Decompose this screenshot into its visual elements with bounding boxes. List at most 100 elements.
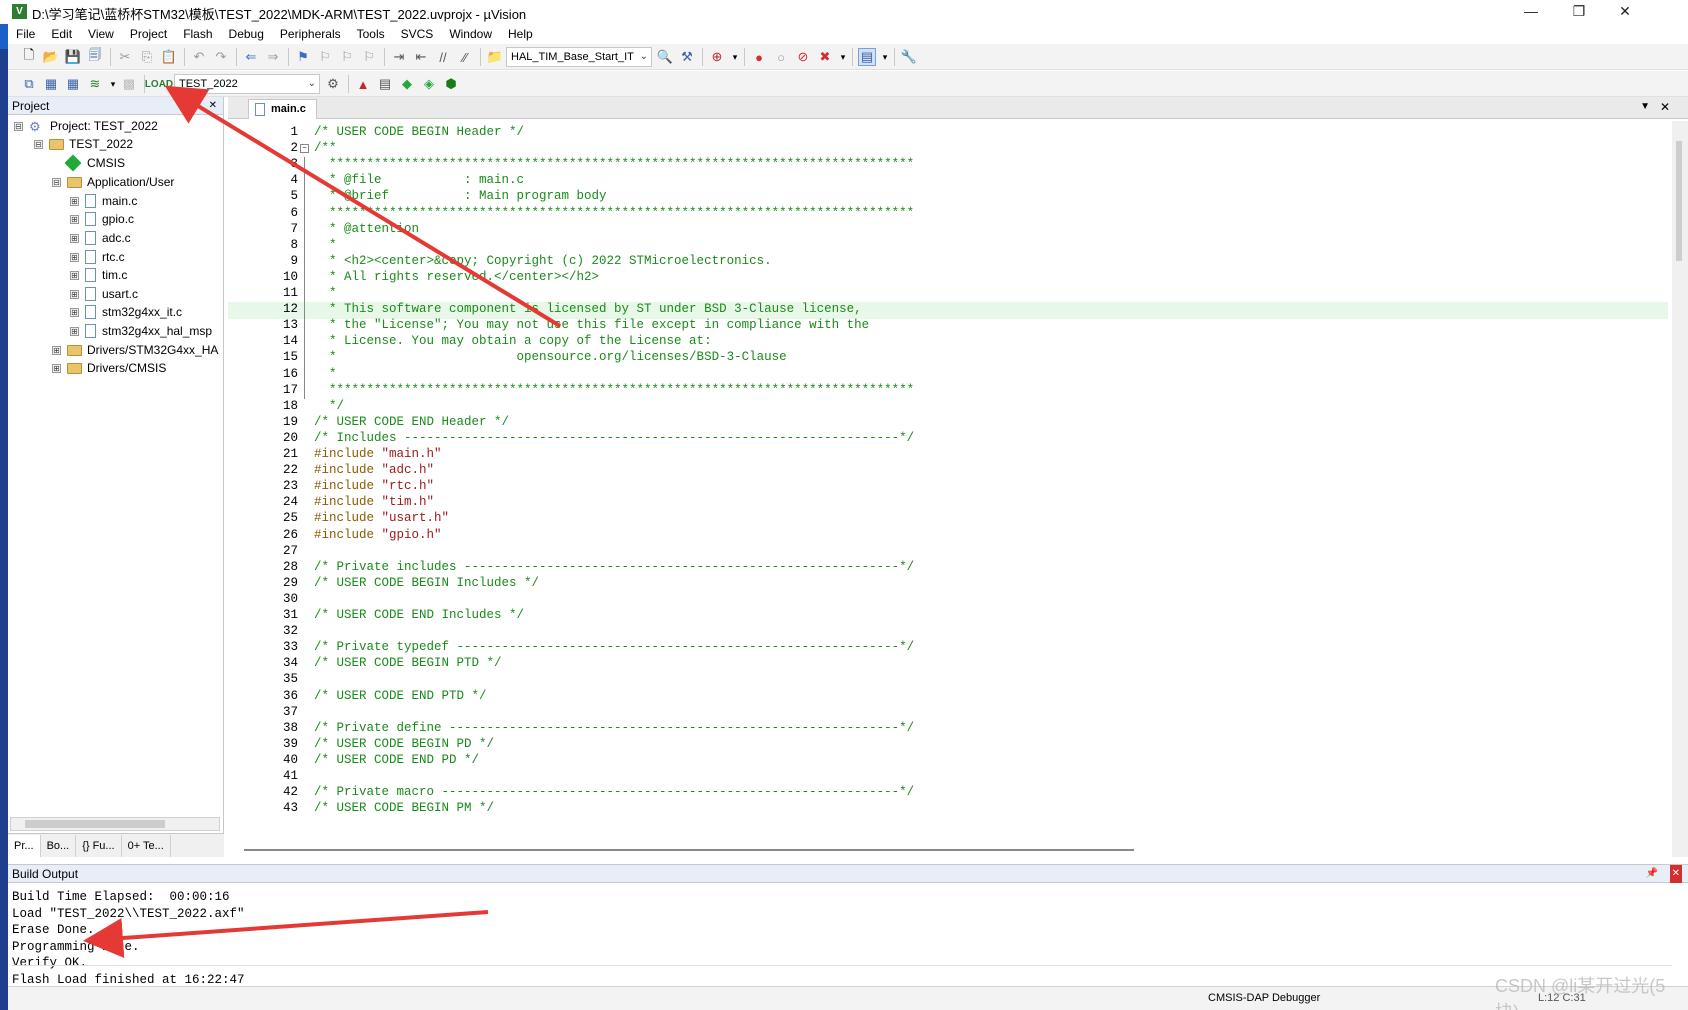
code-line[interactable]: 7 * @attention: [228, 222, 1668, 239]
disable-all-breakpoints-icon[interactable]: ⊘: [794, 48, 812, 66]
code-line[interactable]: 2 /**: [228, 141, 1668, 158]
expand-icon[interactable]: ⊞: [70, 326, 79, 336]
build-icon[interactable]: ▦: [42, 75, 60, 93]
code-line[interactable]: 6 **************************************…: [228, 206, 1668, 223]
menu-window[interactable]: Window: [441, 24, 500, 44]
next-bookmark-icon[interactable]: ⚐: [338, 48, 356, 66]
code-line[interactable]: 35: [228, 672, 1668, 689]
code-line[interactable]: 16 *: [228, 367, 1668, 384]
close-button[interactable]: ✕: [1602, 0, 1648, 22]
manage-project-items-icon[interactable]: ▲: [354, 75, 372, 93]
batch-build-icon[interactable]: ≋: [86, 75, 104, 93]
code-line[interactable]: 19 /* USER CODE END Header */: [228, 415, 1668, 432]
tree-item-main-c[interactable]: ⊞ main.c: [70, 192, 137, 210]
code-line[interactable]: 39 /* USER CODE BEGIN PD */: [228, 737, 1668, 754]
tab-list-dropdown-icon[interactable]: ▼: [1640, 101, 1650, 112]
function-combo[interactable]: HAL_TIM_Base_Start_IT ⌄: [506, 47, 652, 67]
tree-item-tim-c[interactable]: ⊞ tim.c: [70, 266, 127, 284]
build-hscrollbar[interactable]: [12, 965, 1672, 979]
undo-icon[interactable]: ↶: [190, 48, 208, 66]
collapse-icon[interactable]: ⊟: [52, 177, 61, 187]
code-line[interactable]: 9 * <h2><center>&copy; Copyright (c) 202…: [228, 254, 1668, 271]
window-layout-icon[interactable]: ▤: [858, 48, 876, 66]
chevron-down-icon[interactable]: ▾: [726, 48, 744, 66]
code-line[interactable]: 41: [228, 769, 1668, 786]
code-line[interactable]: 32: [228, 624, 1668, 641]
copy-icon[interactable]: ⎘: [138, 48, 156, 66]
code-line[interactable]: 4 * @file : main.c: [228, 173, 1668, 190]
menu-help[interactable]: Help: [500, 24, 541, 44]
menu-flash[interactable]: Flash: [175, 24, 220, 44]
expand-icon[interactable]: ⊞: [70, 196, 79, 206]
code-line[interactable]: 17 *************************************…: [228, 383, 1668, 400]
menu-edit[interactable]: Edit: [43, 24, 80, 44]
tree-item-hal-msp[interactable]: ⊞ stm32g4xx_hal_msp: [70, 322, 212, 340]
expand-icon[interactable]: ⊞: [70, 252, 79, 262]
prev-bookmark-icon[interactable]: ⚐: [316, 48, 334, 66]
tree-item-stm32g4xx-it-c[interactable]: ⊞ stm32g4xx_it.c: [70, 303, 182, 321]
menu-peripherals[interactable]: Peripherals: [272, 24, 349, 44]
code-line[interactable]: 40 /* USER CODE END PD */: [228, 753, 1668, 770]
expand-icon[interactable]: ⊞: [52, 345, 61, 355]
code-line[interactable]: 34 /* USER CODE BEGIN PTD */: [228, 656, 1668, 673]
expand-icon[interactable]: ⊞: [70, 270, 79, 280]
download-load-icon[interactable]: LOAD: [145, 75, 173, 93]
tree-item-rtc-c[interactable]: ⊞ rtc.c: [70, 248, 125, 266]
expand-icon[interactable]: ⊞: [70, 214, 79, 224]
code-line[interactable]: 11 *: [228, 286, 1668, 303]
comment-icon[interactable]: //: [434, 48, 452, 66]
select-packs-icon[interactable]: ▤: [376, 75, 394, 93]
stop-build-icon[interactable]: ▩: [120, 75, 138, 93]
code-line[interactable]: 23 #include "rtc.h": [228, 479, 1668, 496]
rebuild-icon[interactable]: ▦: [64, 75, 82, 93]
fold-toggle-icon[interactable]: −: [300, 144, 309, 154]
find-in-files-icon[interactable]: 📁: [486, 48, 504, 66]
editor-hscrollbar[interactable]: [244, 843, 1244, 857]
redo-icon[interactable]: ↷: [212, 48, 230, 66]
debug-session-icon[interactable]: ⊕: [708, 48, 726, 66]
indent-icon[interactable]: ⇥: [390, 48, 408, 66]
bookmark-icon[interactable]: ⚑: [294, 48, 312, 66]
menu-file[interactable]: File: [8, 24, 43, 44]
nav-back-icon[interactable]: ⇐: [242, 48, 260, 66]
code-line[interactable]: 10 * All rights reserved.</center></h2>: [228, 270, 1668, 287]
chevron-down-icon[interactable]: ▾: [834, 48, 852, 66]
unindent-icon[interactable]: ⇤: [412, 48, 430, 66]
incremental-find-icon[interactable]: ⚒: [678, 48, 696, 66]
nav-forward-icon[interactable]: ⇒: [264, 48, 282, 66]
tab-books[interactable]: Bo...: [41, 834, 77, 857]
code-area[interactable]: 1/* USER CODE BEGIN Header */2/** 3 *****…: [228, 121, 1668, 839]
translate-icon[interactable]: ⧉: [20, 75, 38, 93]
code-line[interactable]: 42 /* Private macro ---------------------…: [228, 785, 1668, 802]
code-line[interactable]: 20 /* Includes --------------------------…: [228, 431, 1668, 448]
pack-installer-icon[interactable]: ◈: [420, 75, 438, 93]
options-for-target-icon[interactable]: ⚙: [324, 75, 342, 93]
tab-project[interactable]: Pr...: [8, 834, 41, 857]
new-file-icon[interactable]: 🗋: [20, 47, 38, 66]
tree-item-drivers-hal[interactable]: ⊞ Drivers/STM32G4xx_HA: [52, 341, 218, 359]
disable-breakpoint-icon[interactable]: ○: [772, 48, 790, 66]
save-all-icon[interactable]: 🗐: [86, 47, 104, 66]
collapse-icon[interactable]: ⊟: [14, 121, 23, 131]
tab-templates[interactable]: 0+ Te...: [122, 834, 171, 857]
tab-functions[interactable]: {} Fu...: [76, 834, 122, 857]
code-line[interactable]: 8 *: [228, 238, 1668, 255]
kill-breakpoints-icon[interactable]: ✖: [816, 48, 834, 66]
cut-icon[interactable]: ✂: [116, 48, 134, 66]
code-line[interactable]: 31 /* USER CODE END Includes */: [228, 608, 1668, 625]
menu-debug[interactable]: Debug: [221, 24, 272, 44]
paste-icon[interactable]: 📋: [160, 48, 178, 66]
code-line[interactable]: 15 * opensource.org/licenses/BSD-3-Claus…: [228, 350, 1668, 367]
code-line[interactable]: 28 /* Private includes ------------------…: [228, 560, 1668, 577]
minimize-button[interactable]: —: [1508, 0, 1554, 22]
editor-vscrollbar[interactable]: [1672, 121, 1688, 857]
code-line[interactable]: 43 /* USER CODE BEGIN PM */: [228, 801, 1668, 818]
code-line[interactable]: 1 /* USER CODE BEGIN Header */: [228, 125, 1668, 142]
code-line[interactable]: 14 * License. You may obtain a copy of t…: [228, 334, 1668, 351]
code-line[interactable]: 25 #include "usart.h": [228, 511, 1668, 528]
code-line[interactable]: 38 /* Private define --------------------…: [228, 721, 1668, 738]
close-icon[interactable]: ✕: [1669, 865, 1682, 883]
menu-view[interactable]: View: [80, 24, 122, 44]
menu-svcs[interactable]: SVCS: [393, 24, 442, 44]
chevron-down-icon[interactable]: ▾: [876, 48, 894, 66]
